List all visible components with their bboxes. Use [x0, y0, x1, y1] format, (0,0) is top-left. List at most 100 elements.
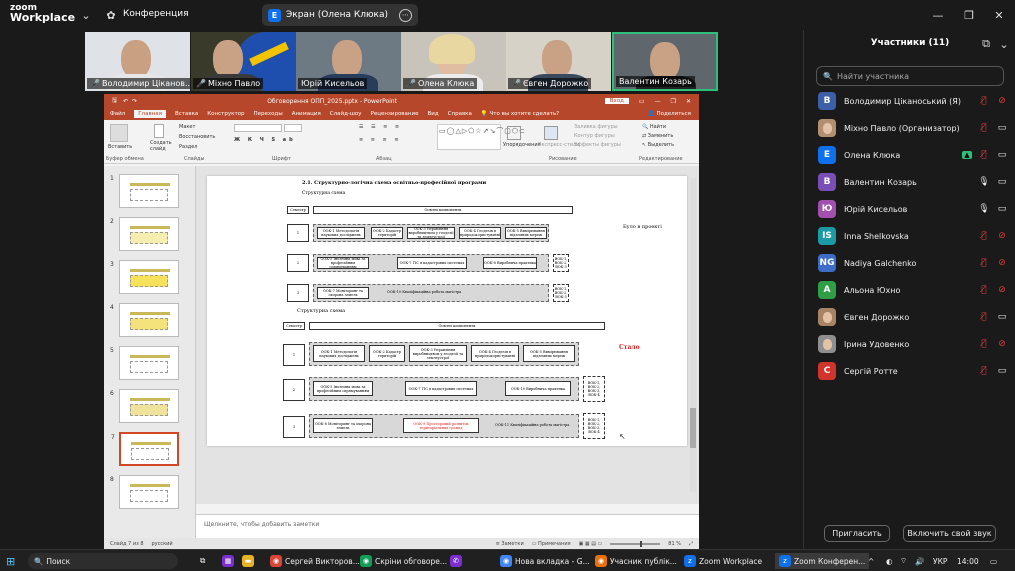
ppt-minimize-icon[interactable]: —: [655, 98, 661, 105]
zoom-slider[interactable]: [610, 540, 661, 547]
replace-button[interactable]: ⇄ Заменить: [642, 133, 673, 139]
slide-thumbnail[interactable]: 2: [110, 217, 179, 251]
ribbon-options-icon[interactable]: ▭: [639, 98, 645, 105]
scrollbar-thumb[interactable]: [690, 408, 696, 448]
slide-thumbnail[interactable]: 5: [110, 346, 179, 380]
notes-pane[interactable]: Щелкните, чтобы добавить заметки: [196, 514, 699, 538]
tab-transitions[interactable]: Переходы: [254, 111, 283, 117]
tab-slideshow[interactable]: Слайд-шоу: [330, 111, 362, 117]
reset-button[interactable]: Восстановить: [179, 134, 215, 140]
tray-app-icon[interactable]: ◐: [886, 553, 893, 569]
mic-muted-icon[interactable]: 🎙̸: [978, 339, 990, 349]
video-tile[interactable]: 🎤 Євген Дорожко: [506, 32, 611, 91]
mic-muted-icon[interactable]: 🎙̸: [978, 285, 990, 295]
alignment-buttons[interactable]: ≡ ≡ ≡ ≡: [359, 137, 402, 143]
view-buttons[interactable]: ▣ ▦ ▤ ▭: [579, 541, 603, 547]
taskbar-app[interactable]: ✆: [450, 553, 462, 569]
meeting-label[interactable]: Конференция: [123, 9, 189, 19]
camera-off-icon[interactable]: ⊘: [996, 339, 1008, 349]
notes-toggle[interactable]: ≡ Заметки: [496, 541, 524, 547]
camera-off-icon[interactable]: ⊘: [996, 285, 1008, 295]
arrange-button[interactable]: Упорядочение: [503, 142, 541, 148]
pop-out-icon[interactable]: ⧉: [980, 37, 992, 50]
taskbar-app[interactable]: ◉ Сергей Викторов...: [270, 553, 360, 569]
tab-insert[interactable]: Вставка: [175, 111, 198, 117]
invite-button[interactable]: Пригласить: [824, 525, 890, 542]
video-tile[interactable]: 🎤 Міхно Павло: [191, 32, 296, 91]
clock[interactable]: 14:00: [957, 553, 979, 569]
notifications-icon[interactable]: ▭: [990, 553, 997, 569]
tab-view[interactable]: Вид: [427, 111, 438, 117]
tab-file[interactable]: Файл: [110, 111, 125, 117]
taskbar-app[interactable]: ◉ Скріни обговоре...: [360, 553, 447, 569]
mic-muted-icon[interactable]: 🎙̸: [978, 231, 990, 241]
share-button[interactable]: 👤 Поделиться: [648, 111, 691, 117]
more-options-icon[interactable]: ⋯: [399, 8, 412, 22]
close-icon[interactable]: ✕: [992, 8, 1006, 22]
participant-row[interactable]: E Олена Клюка ▲ 🎙̸ ▭: [818, 145, 1008, 165]
taskbar-app-active[interactable]: z Zoom Конферен...: [775, 553, 870, 569]
shape-fill-button[interactable]: Заливка фигуры: [574, 124, 618, 130]
quick-styles-icon[interactable]: [544, 126, 558, 140]
ppt-close-icon[interactable]: ✕: [686, 98, 691, 105]
new-slide-button[interactable]: Создать слайд: [150, 140, 174, 152]
select-button[interactable]: ↖ Выделить: [642, 142, 674, 148]
mic-muted-icon[interactable]: 🎙̸: [978, 123, 990, 133]
slide-thumbnail[interactable]: 4: [110, 303, 179, 337]
redo-icon[interactable]: ↷: [132, 98, 137, 105]
save-icon[interactable]: 🖫: [112, 96, 117, 106]
taskbar-search[interactable]: 🔍 Поиск: [28, 553, 178, 569]
participant-row[interactable]: NG Nadiya Galchenko 🎙̸ ⊘: [818, 253, 1008, 273]
camera-icon[interactable]: ▭: [996, 312, 1008, 322]
slide-thumbnail[interactable]: 8: [110, 475, 179, 509]
participant-row[interactable]: Ю Юрій Кисельов 🎙 ▭: [818, 199, 1008, 219]
mic-muted-icon[interactable]: 🎙̸: [978, 96, 990, 106]
mic-muted-icon[interactable]: 🎙̸: [978, 258, 990, 268]
taskbar-app[interactable]: z Zoom Workplace: [684, 553, 762, 569]
camera-icon[interactable]: ▭: [996, 123, 1008, 133]
slide-scrollbar[interactable]: [690, 178, 696, 492]
tray-chevron-icon[interactable]: ^: [868, 553, 874, 569]
camera-off-icon[interactable]: ⊘: [996, 231, 1008, 241]
camera-icon[interactable]: ▭: [996, 366, 1008, 376]
layout-button[interactable]: Макет: [179, 124, 195, 130]
screen-share-pill[interactable]: E Экран (Олена Клюка) ⋯: [262, 4, 418, 26]
participant-row[interactable]: В Валентин Козарь 🎙 ▭: [818, 172, 1008, 192]
taskbar-app[interactable]: ◉ Нова вкладка - G...: [500, 553, 590, 569]
participant-search-input[interactable]: 🔍 Найти участника: [816, 66, 1004, 86]
tab-review[interactable]: Рецензирование: [371, 111, 419, 117]
arrange-icon[interactable]: [507, 126, 521, 140]
paste-icon[interactable]: [110, 124, 128, 142]
video-tile[interactable]: 🎤 Олена Клюка: [401, 32, 506, 91]
language-indicator[interactable]: русский: [152, 541, 173, 547]
taskbar-app-icon[interactable]: ▦: [222, 553, 234, 569]
participant-row[interactable]: Євген Дорожко 🎙̸ ▭: [818, 307, 1008, 327]
participant-row[interactable]: Ірина Удовенко 🎙̸ ⊘: [818, 334, 1008, 354]
volume-icon[interactable]: 🔊: [915, 553, 924, 569]
restore-icon[interactable]: ❐: [962, 8, 976, 22]
new-slide-icon[interactable]: [154, 124, 164, 138]
participant-row[interactable]: IS Inna Shelkovska 🎙̸ ⊘: [818, 226, 1008, 246]
shape-effects-button[interactable]: Эффекты фигуры: [574, 142, 621, 148]
file-explorer-icon[interactable]: ▬: [242, 553, 254, 569]
shape-outline-button[interactable]: Контур фигуры: [574, 133, 615, 139]
slide-thumbnail[interactable]: 3: [110, 260, 179, 294]
mic-icon[interactable]: 🎙: [978, 204, 990, 214]
tab-home[interactable]: Главная: [134, 110, 166, 118]
task-view-icon[interactable]: ⧉: [200, 553, 205, 569]
mic-icon[interactable]: 🎙: [978, 177, 990, 187]
ppt-restore-icon[interactable]: ❐: [671, 98, 676, 105]
video-tile[interactable]: Юрій Кисельов: [296, 32, 401, 91]
sign-in-button[interactable]: Вход: [604, 98, 629, 104]
slide-thumbnail[interactable]: 6: [110, 389, 179, 423]
zoom-level[interactable]: 81 %: [668, 541, 681, 547]
slide-thumbnail-selected[interactable]: 7: [111, 432, 179, 466]
taskbar-app[interactable]: ◉ Учасник публік...: [595, 553, 677, 569]
find-button[interactable]: 🔍 Найти: [642, 124, 666, 130]
participant-row[interactable]: В Володимир Ціканоський (Я) 🎙̸ ⊘: [818, 91, 1008, 111]
tell-me-search[interactable]: 💡 Что вы хотите сделать?: [481, 111, 559, 117]
participant-row[interactable]: А Альона Юхно 🎙̸ ⊘: [818, 280, 1008, 300]
comments-toggle[interactable]: ▭ Примечания: [532, 541, 571, 547]
minimize-icon[interactable]: —: [931, 8, 945, 22]
undo-icon[interactable]: ↶: [123, 98, 128, 105]
